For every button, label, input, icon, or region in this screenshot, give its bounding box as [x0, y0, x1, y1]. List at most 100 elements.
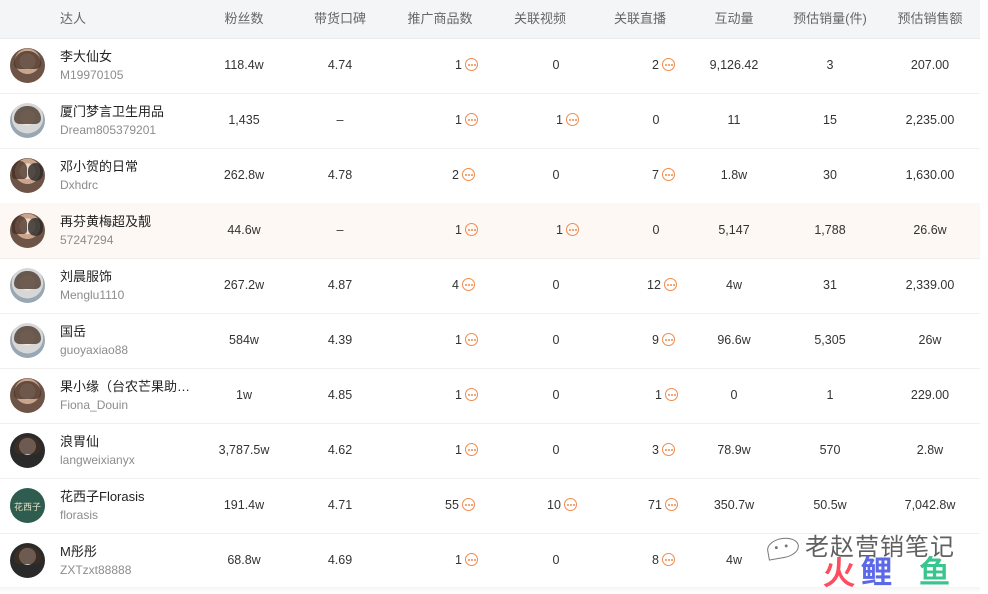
more-dots-circle-icon[interactable]: [563, 498, 577, 512]
influencer-name[interactable]: 果小缘（台农芒果助农…: [60, 379, 198, 395]
influencer-id: Dream805379201: [60, 123, 157, 137]
lives-count[interactable]: 7: [652, 148, 675, 203]
influencer-name[interactable]: 花西子Florasis: [60, 489, 198, 505]
lives-count[interactable]: 71: [648, 478, 678, 533]
avatar[interactable]: [10, 213, 45, 248]
products-count-value: 1: [455, 553, 462, 567]
table-row[interactable]: M彤彤 ZXTzxt88888 68.8w 4.69 1 0 8 4w: [0, 533, 980, 589]
table-row[interactable]: 厦门梦言卫生用品 Dream805379201 1,435 – 1 1 0 11…: [0, 93, 980, 149]
videos-count[interactable]: 10: [547, 478, 577, 533]
lives-count[interactable]: 3: [652, 423, 675, 478]
more-dots-circle-icon[interactable]: [663, 278, 677, 292]
sales-volume: 570: [819, 443, 841, 457]
more-dots-circle-icon[interactable]: [461, 168, 475, 182]
column-header-videos[interactable]: 关联视频: [514, 0, 566, 38]
more-dots-circle-icon[interactable]: [661, 553, 675, 567]
column-header-sales-amount[interactable]: 预估销售额: [897, 0, 962, 38]
products-count[interactable]: 2: [452, 148, 475, 203]
videos-count[interactable]: 1: [556, 93, 579, 148]
influencer-name[interactable]: 国岳: [60, 324, 198, 340]
lives-count[interactable]: 8: [652, 533, 675, 588]
avatar[interactable]: [10, 48, 45, 83]
avatar[interactable]: [10, 158, 45, 193]
table-row[interactable]: 国岳 guoyaxiao88 584w 4.39 1 0 9 96.6w 5,3…: [0, 313, 980, 369]
more-dots-circle-icon[interactable]: [464, 58, 478, 72]
more-dots-circle-icon[interactable]: [461, 278, 475, 292]
more-dots-circle-icon[interactable]: [461, 498, 475, 512]
column-header-influencer[interactable]: 达人: [60, 0, 86, 38]
videos-count: 0: [552, 168, 560, 182]
table-row[interactable]: 果小缘（台农芒果助农… Fiona_Douin 1w 4.85 1 0 1 0 …: [0, 368, 980, 424]
table-row[interactable]: 花西子 花西子Florasis florasis 191.4w 4.71 55 …: [0, 478, 980, 534]
brand-logo-text: 花西子: [14, 503, 42, 513]
products-count[interactable]: 55: [445, 478, 475, 533]
column-header-fans[interactable]: 粉丝数: [224, 0, 263, 38]
more-dots-circle-icon[interactable]: [664, 388, 678, 402]
products-count[interactable]: 1: [455, 93, 478, 148]
influencer-name[interactable]: 李大仙女: [60, 49, 198, 65]
avatar-hair-shape: [12, 161, 27, 179]
sales-amount: 207.00: [910, 58, 950, 72]
products-count[interactable]: 1: [455, 423, 478, 478]
products-count-value: 1: [455, 58, 462, 72]
table-row[interactable]: 刘晨服饰 Menglu1110 267.2w 4.87 4 0 12 4w 31…: [0, 258, 980, 314]
influencer-id: ZXTzxt88888: [60, 563, 132, 577]
table-row[interactable]: 李大仙女 M19970105 118.4w 4.74 1 0 2 9,126.4…: [0, 38, 980, 94]
avatar[interactable]: [10, 433, 45, 468]
column-header-interaction[interactable]: 互动量: [714, 0, 753, 38]
avatar[interactable]: [10, 268, 45, 303]
sales-amount: 2.8w: [916, 443, 944, 457]
videos-count[interactable]: 1: [556, 203, 579, 258]
more-dots-circle-icon[interactable]: [661, 333, 675, 347]
products-count[interactable]: 1: [455, 533, 478, 588]
lives-count[interactable]: 1: [655, 368, 678, 423]
lives-count[interactable]: 9: [652, 313, 675, 368]
more-dots-circle-icon[interactable]: [464, 553, 478, 567]
influencer-name[interactable]: 再芬黄梅超及靓: [60, 214, 198, 230]
avatar-hair-shape: [14, 546, 41, 564]
column-header-reputation[interactable]: 带货口碑: [314, 0, 366, 38]
lives-count[interactable]: 12: [647, 258, 677, 313]
products-count[interactable]: 4: [452, 258, 475, 313]
interaction-count: 9,126.42: [709, 58, 759, 72]
influencer-name[interactable]: 浪胃仙: [60, 434, 198, 450]
interaction-count: 0: [730, 388, 738, 402]
interaction-count: 4w: [726, 278, 742, 292]
products-count[interactable]: 1: [455, 38, 478, 93]
more-dots-circle-icon[interactable]: [464, 443, 478, 457]
influencer-name[interactable]: M彤彤: [60, 544, 198, 560]
more-dots-circle-icon[interactable]: [661, 58, 675, 72]
more-dots-circle-icon[interactable]: [661, 443, 675, 457]
table-row[interactable]: 邓小贺的日常 Dxhdrc 262.8w 4.78 2 0 7 1.8w 30 …: [0, 148, 980, 204]
more-dots-circle-icon[interactable]: [565, 223, 579, 237]
influencer-name[interactable]: 厦门梦言卫生用品: [60, 104, 198, 120]
more-dots-circle-icon[interactable]: [464, 113, 478, 127]
more-dots-circle-icon[interactable]: [464, 388, 478, 402]
products-count[interactable]: 1: [455, 368, 478, 423]
column-header-lives[interactable]: 关联直播: [614, 0, 666, 38]
lives-count[interactable]: 2: [652, 38, 675, 93]
more-dots-circle-icon[interactable]: [464, 333, 478, 347]
avatar[interactable]: [10, 378, 45, 413]
influencer-name[interactable]: 邓小贺的日常: [60, 159, 198, 175]
products-count[interactable]: 1: [455, 203, 478, 258]
avatar[interactable]: [10, 103, 45, 138]
table-row-highlighted[interactable]: 再芬黄梅超及靓 57247294 44.6w – 1 1 0 5,147 1,7…: [0, 203, 980, 259]
sales-amount: 2,235.00: [905, 113, 955, 127]
lives-count-value: 71: [648, 498, 662, 512]
column-header-sales-volume[interactable]: 预估销量(件): [793, 0, 867, 38]
products-count-value: 1: [455, 443, 462, 457]
avatar[interactable]: [10, 323, 45, 358]
column-header-products[interactable]: 推广商品数: [407, 0, 472, 38]
table-row[interactable]: 浪胃仙 langweixianyx 3,787.5w 4.62 1 0 3 78…: [0, 423, 980, 479]
products-count[interactable]: 1: [455, 313, 478, 368]
brand-logo-avatar[interactable]: 花西子: [10, 488, 45, 523]
more-dots-circle-icon[interactable]: [464, 223, 478, 237]
more-dots-circle-icon[interactable]: [661, 168, 675, 182]
avatar-hair-shape: [14, 381, 41, 399]
influencer-name[interactable]: 刘晨服饰: [60, 269, 198, 285]
more-dots-circle-icon[interactable]: [664, 498, 678, 512]
more-dots-circle-icon[interactable]: [565, 113, 579, 127]
avatar[interactable]: [10, 543, 45, 578]
lives-count-value: 8: [652, 553, 659, 567]
